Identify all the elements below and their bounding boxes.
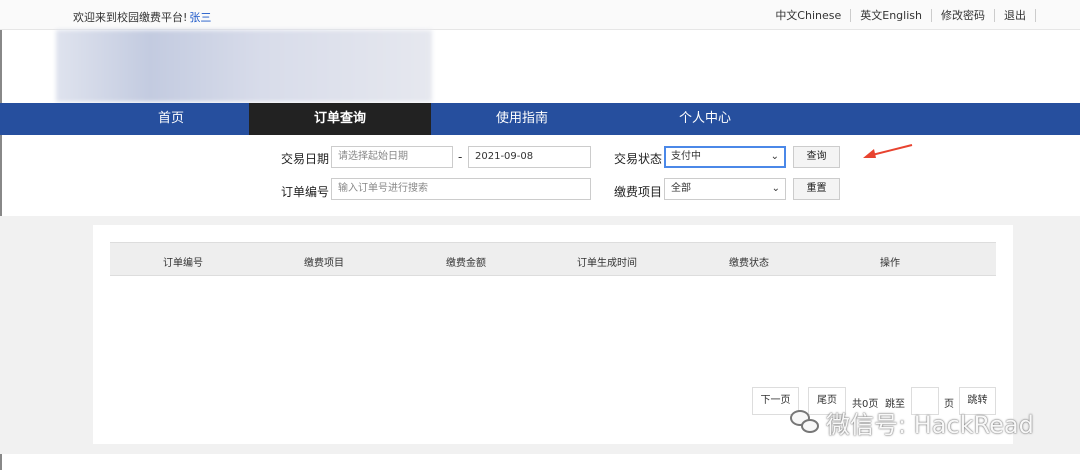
chevron-down-icon: ⌄ <box>770 151 779 162</box>
top-bar: 欢迎来到校园缴费平台! 张三 中文Chinese 英文English 修改密码 退… <box>0 0 1080 30</box>
lang-chinese-link[interactable]: 中文Chinese <box>766 9 852 22</box>
order-number-input[interactable]: 输入订单号进行搜索 <box>331 178 591 200</box>
column-header-item: 缴费项目 <box>304 258 344 269</box>
query-button[interactable]: 查询 <box>793 146 840 168</box>
main-nav: 首页 订单查询 使用指南 个人中心 <box>0 103 1080 135</box>
column-header-created-time: 订单生成时间 <box>577 258 637 269</box>
item-select-value: 全部 <box>671 183 691 194</box>
order-number-label: 订单编号 <box>281 185 330 199</box>
nav-item-order-query[interactable]: 订单查询 <box>249 103 431 135</box>
date-label: 交易日期 <box>281 152 330 166</box>
nav-item-personal-center[interactable]: 个人中心 <box>614 103 796 135</box>
item-select[interactable]: 全部 ⌄ <box>664 178 786 200</box>
status-select-value: 支付中 <box>671 151 701 162</box>
end-date-input[interactable]: 2021-09-08 <box>468 146 591 168</box>
red-arrow-icon <box>863 144 913 158</box>
change-password-link[interactable]: 修改密码 <box>932 9 995 22</box>
start-date-input[interactable]: 请选择起始日期 <box>331 146 453 168</box>
top-links: 中文Chinese 英文English 修改密码 退出 <box>766 9 1036 22</box>
welcome-area: 欢迎来到校园缴费平台! 张三 <box>73 9 211 25</box>
watermark: 微信号: HackRead <box>790 405 1034 440</box>
username-link[interactable]: 张三 <box>189 11 211 24</box>
column-header-amount: 缴费金额 <box>446 258 486 269</box>
item-label: 缴费项目 <box>614 185 663 199</box>
chevron-down-icon: ⌄ <box>771 183 780 194</box>
welcome-text: 欢迎来到校园缴费平台! <box>73 11 188 24</box>
column-header-order-number: 订单编号 <box>163 258 203 269</box>
column-header-actions: 操作 <box>880 258 900 269</box>
nav-item-home[interactable]: 首页 <box>80 103 262 135</box>
column-header-status: 缴费状态 <box>729 258 769 269</box>
watermark-text: 微信号: HackRead <box>826 411 1034 439</box>
reset-button[interactable]: 重置 <box>793 178 840 200</box>
lang-english-link[interactable]: 英文English <box>851 9 932 22</box>
wechat-icon <box>790 409 820 436</box>
blurred-logo <box>56 30 432 102</box>
date-separator: - <box>458 150 463 164</box>
status-select[interactable]: 支付中 ⌄ <box>664 146 786 168</box>
table-header: 订单编号 缴费项目 缴费金额 订单生成时间 缴费状态 操作 <box>110 242 996 276</box>
logout-link[interactable]: 退出 <box>995 9 1036 22</box>
status-label: 交易状态 <box>614 152 663 166</box>
nav-item-guide[interactable]: 使用指南 <box>431 103 613 135</box>
